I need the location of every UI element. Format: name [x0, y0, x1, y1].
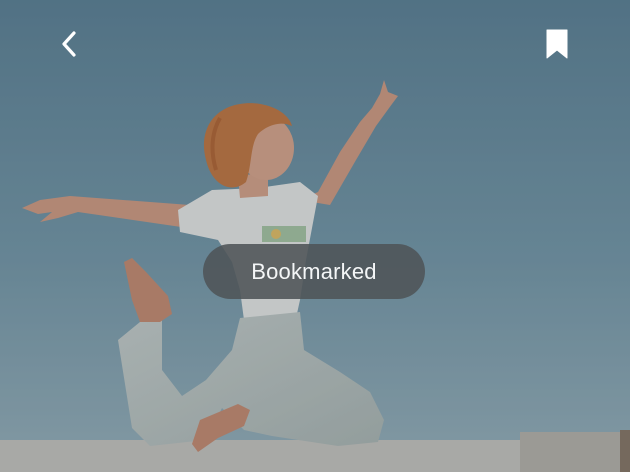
bookmarked-toast: Bookmarked: [203, 244, 425, 299]
photo-viewer-screen: Bookmarked: [0, 0, 630, 472]
chevron-left-icon: [62, 31, 76, 57]
toast-message: Bookmarked: [251, 258, 377, 284]
top-bar: [0, 0, 630, 90]
back-button[interactable]: [48, 22, 92, 66]
bookmark-filled-icon: [546, 29, 568, 59]
bookmark-button[interactable]: [535, 22, 579, 66]
